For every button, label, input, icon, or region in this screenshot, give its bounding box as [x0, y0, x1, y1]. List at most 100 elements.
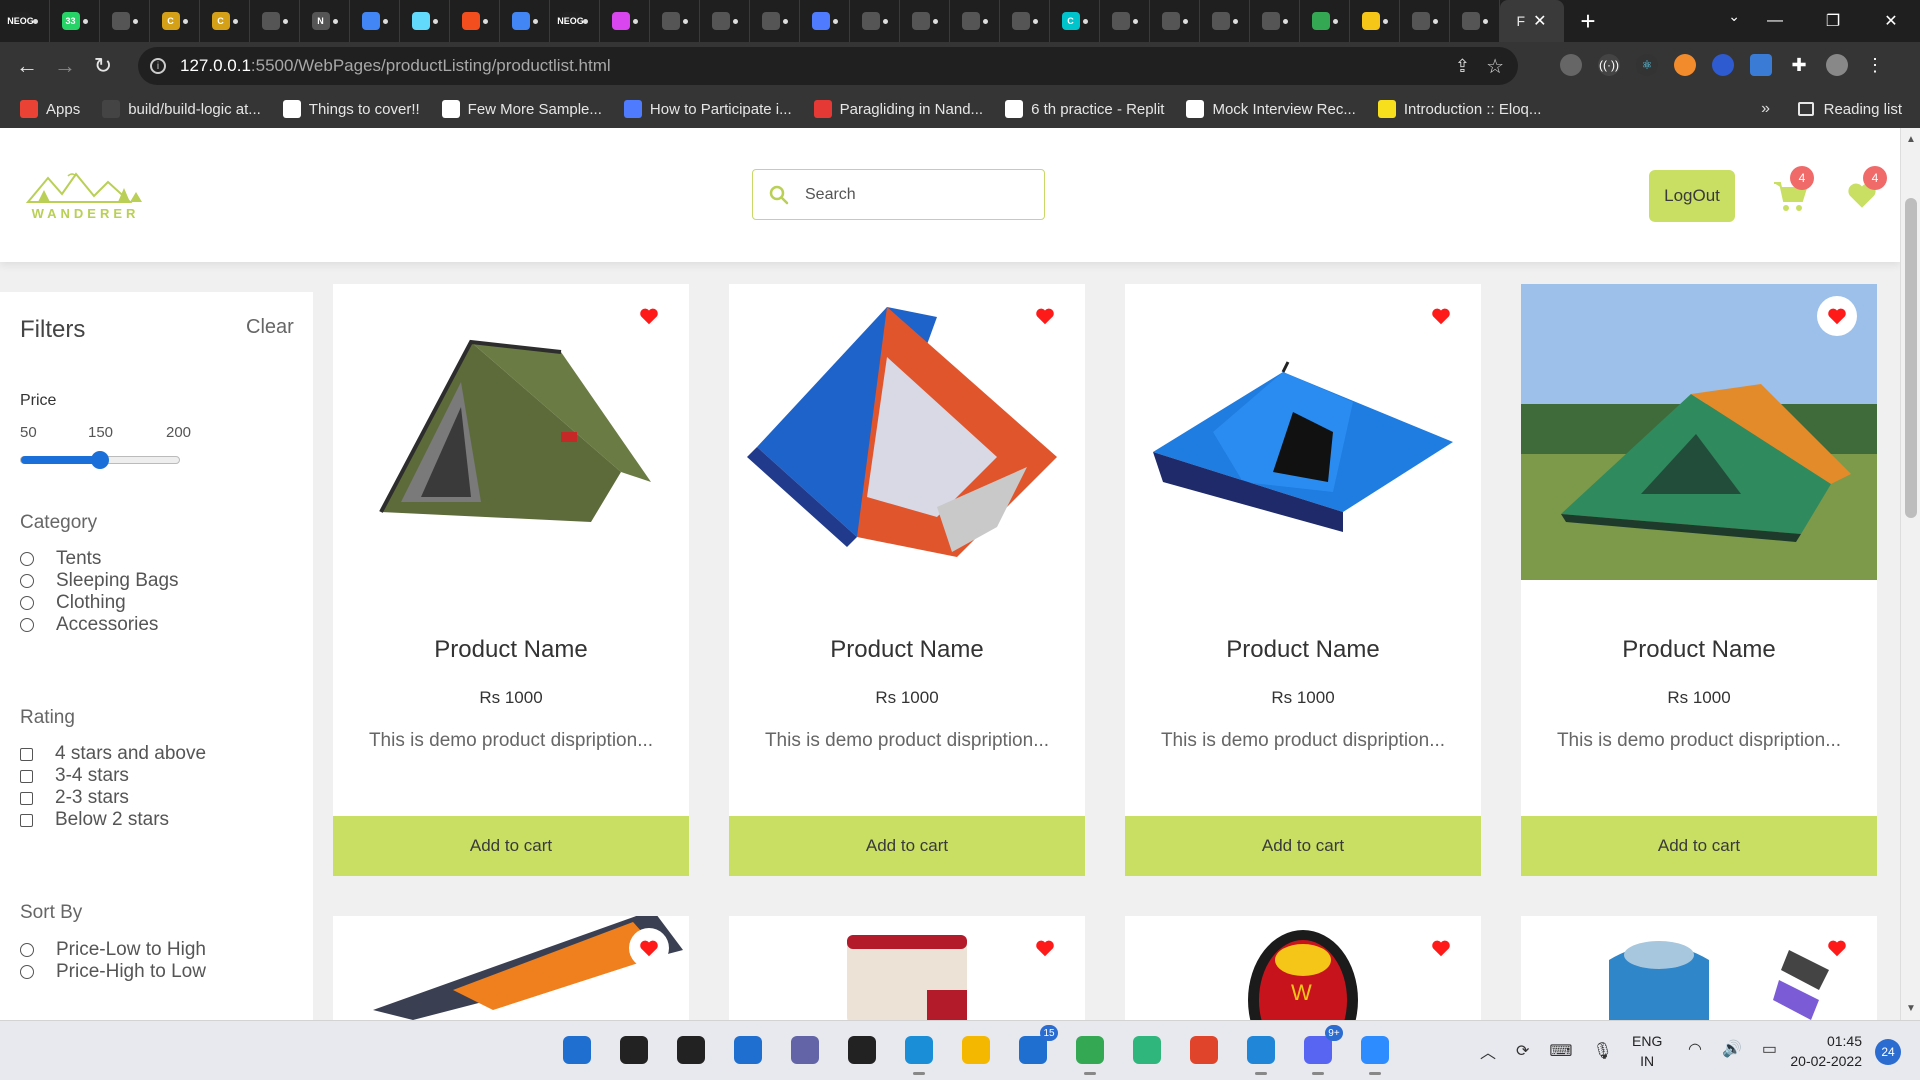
- browser-tab[interactable]: [1350, 0, 1400, 42]
- product-card[interactable]: [333, 916, 689, 1020]
- browser-tab[interactable]: [600, 0, 650, 42]
- filter-checkbox-option[interactable]: 3-4 stars: [20, 765, 129, 787]
- share-icon[interactable]: ⇪: [1455, 56, 1470, 77]
- browser-tab[interactable]: NEOG: [0, 0, 50, 42]
- browser-tab[interactable]: [400, 0, 450, 42]
- taskbar-app[interactable]: [1183, 1029, 1225, 1071]
- browser-tab[interactable]: [1300, 0, 1350, 42]
- battery-icon[interactable]: ▭: [1762, 1039, 1777, 1059]
- browser-tab[interactable]: [350, 0, 400, 42]
- browser-tab[interactable]: [100, 0, 150, 42]
- site-info-icon[interactable]: i: [150, 58, 166, 74]
- checkbox[interactable]: [20, 791, 33, 805]
- logout-button[interactable]: LogOut: [1649, 170, 1735, 222]
- wishlist-toggle-button[interactable]: [1421, 928, 1461, 968]
- new-tab-icon[interactable]: +: [1564, 6, 1612, 37]
- browser-tab[interactable]: 33: [50, 0, 100, 42]
- bookmark-item[interactable]: 6 th practice - Replit: [1005, 100, 1164, 118]
- browser-menu-icon[interactable]: ⋮: [1864, 54, 1886, 76]
- filter-radio-option[interactable]: Sleeping Bags: [20, 570, 179, 592]
- browser-tab[interactable]: C: [200, 0, 250, 42]
- radio-button[interactable]: [20, 552, 34, 566]
- keyboard-icon[interactable]: ⌨: [1549, 1041, 1572, 1061]
- browser-tab[interactable]: [800, 0, 850, 42]
- scroll-down-icon[interactable]: ▼: [1906, 1003, 1916, 1014]
- notification-badge[interactable]: 24: [1875, 1039, 1901, 1065]
- radio-button[interactable]: [20, 618, 34, 632]
- browser-tab[interactable]: [1250, 0, 1300, 42]
- language-indicator[interactable]: ENG IN: [1632, 1031, 1662, 1071]
- bookmark-item[interactable]: How to Participate i...: [623, 100, 792, 118]
- taskbar-app[interactable]: [955, 1029, 997, 1071]
- taskbar-app[interactable]: [898, 1029, 940, 1075]
- product-card[interactable]: [729, 916, 1085, 1020]
- wifi-icon[interactable]: ◠: [1688, 1039, 1702, 1059]
- product-card[interactable]: Product Name Rs 1000 This is demo product …: [333, 284, 689, 876]
- scroll-up-icon[interactable]: ▲: [1906, 134, 1916, 145]
- bookmark-item[interactable]: Paragliding in Nand...: [813, 100, 983, 118]
- chevron-up-icon[interactable]: ︿: [1480, 1039, 1496, 1063]
- browser-tab[interactable]: [1000, 0, 1050, 42]
- wishlist-toggle-button[interactable]: [1817, 928, 1857, 968]
- browser-tab[interactable]: [700, 0, 750, 42]
- browser-tab[interactable]: C: [1050, 0, 1100, 42]
- active-browser-tab[interactable]: F ✕: [1500, 0, 1564, 42]
- browser-tab[interactable]: [1200, 0, 1250, 42]
- wishlist-toggle-button[interactable]: [1025, 296, 1065, 336]
- profile-avatar[interactable]: [1826, 54, 1848, 76]
- forward-icon[interactable]: →: [46, 53, 84, 79]
- wanderer-logo[interactable]: WANDERER: [18, 164, 153, 234]
- wishlist-toggle-button[interactable]: [1025, 928, 1065, 968]
- filter-checkbox-option[interactable]: 4 stars and above: [20, 743, 206, 765]
- microphone-icon[interactable]: 🎙: [1593, 1041, 1613, 1061]
- filter-radio-option[interactable]: Clothing: [20, 592, 126, 614]
- product-card[interactable]: [1521, 916, 1877, 1020]
- taskbar-app[interactable]: [556, 1029, 598, 1071]
- product-card[interactable]: Product Name Rs 1000 This is demo product …: [729, 284, 1085, 876]
- add-to-cart-button[interactable]: Add to cart: [729, 816, 1085, 876]
- filter-checkbox-option[interactable]: 2-3 stars: [20, 787, 129, 809]
- price-slider[interactable]: [20, 451, 180, 469]
- wishlist-toggle-button[interactable]: [629, 928, 669, 968]
- checkbox[interactable]: [20, 813, 33, 827]
- radio-button[interactable]: [20, 574, 34, 588]
- browser-tab[interactable]: [1450, 0, 1500, 42]
- wishlist-button[interactable]: 4: [1845, 166, 1887, 218]
- browser-tab[interactable]: [900, 0, 950, 42]
- checkbox[interactable]: [20, 769, 33, 783]
- search-input[interactable]: [805, 185, 1025, 204]
- price-slider-thumb[interactable]: [91, 451, 109, 469]
- extension-icon[interactable]: [1674, 54, 1696, 76]
- browser-tab[interactable]: [1400, 0, 1450, 42]
- browser-tab[interactable]: [250, 0, 300, 42]
- reload-icon[interactable]: ↻: [84, 53, 122, 79]
- filter-checkbox-option[interactable]: Below 2 stars: [20, 809, 169, 831]
- bookmark-item[interactable]: Introduction :: Eloq...: [1377, 100, 1541, 118]
- add-to-cart-button[interactable]: Add to cart: [1521, 816, 1877, 876]
- browser-tab[interactable]: [1100, 0, 1150, 42]
- address-bar[interactable]: i 127.0.0.1:5500/WebPages/productListing…: [138, 47, 1518, 85]
- page-scrollbar[interactable]: ▲ ▼: [1900, 128, 1920, 1020]
- bookmark-item[interactable]: Things to cover!!: [282, 100, 420, 118]
- taskbar-app[interactable]: [670, 1029, 712, 1071]
- filter-radio-option[interactable]: Price-High to Low: [20, 961, 206, 983]
- taskbar-app[interactable]: 15: [1012, 1025, 1058, 1071]
- product-card[interactable]: Product Name Rs 1000 This is demo product …: [1521, 284, 1877, 876]
- browser-tab[interactable]: N: [300, 0, 350, 42]
- cart-button[interactable]: 4: [1772, 166, 1814, 218]
- browser-tab[interactable]: [850, 0, 900, 42]
- extension-icon[interactable]: [1750, 54, 1772, 76]
- close-window-icon[interactable]: ✕: [1862, 0, 1920, 42]
- volume-icon[interactable]: 🔊: [1722, 1039, 1742, 1059]
- minimize-icon[interactable]: —: [1746, 0, 1804, 42]
- taskbar-app[interactable]: [1126, 1029, 1168, 1071]
- reading-list-button[interactable]: Reading list: [1797, 101, 1902, 118]
- taskbar-app[interactable]: [784, 1029, 826, 1071]
- clock[interactable]: 01:45 20-02-2022: [1778, 1031, 1862, 1071]
- product-card[interactable]: W: [1125, 916, 1481, 1020]
- filter-radio-option[interactable]: Price-Low to High: [20, 939, 206, 961]
- browser-tab[interactable]: [1150, 0, 1200, 42]
- extension-icon[interactable]: [1712, 54, 1734, 76]
- radio-button[interactable]: [20, 965, 34, 979]
- restore-icon[interactable]: ❐: [1804, 0, 1862, 42]
